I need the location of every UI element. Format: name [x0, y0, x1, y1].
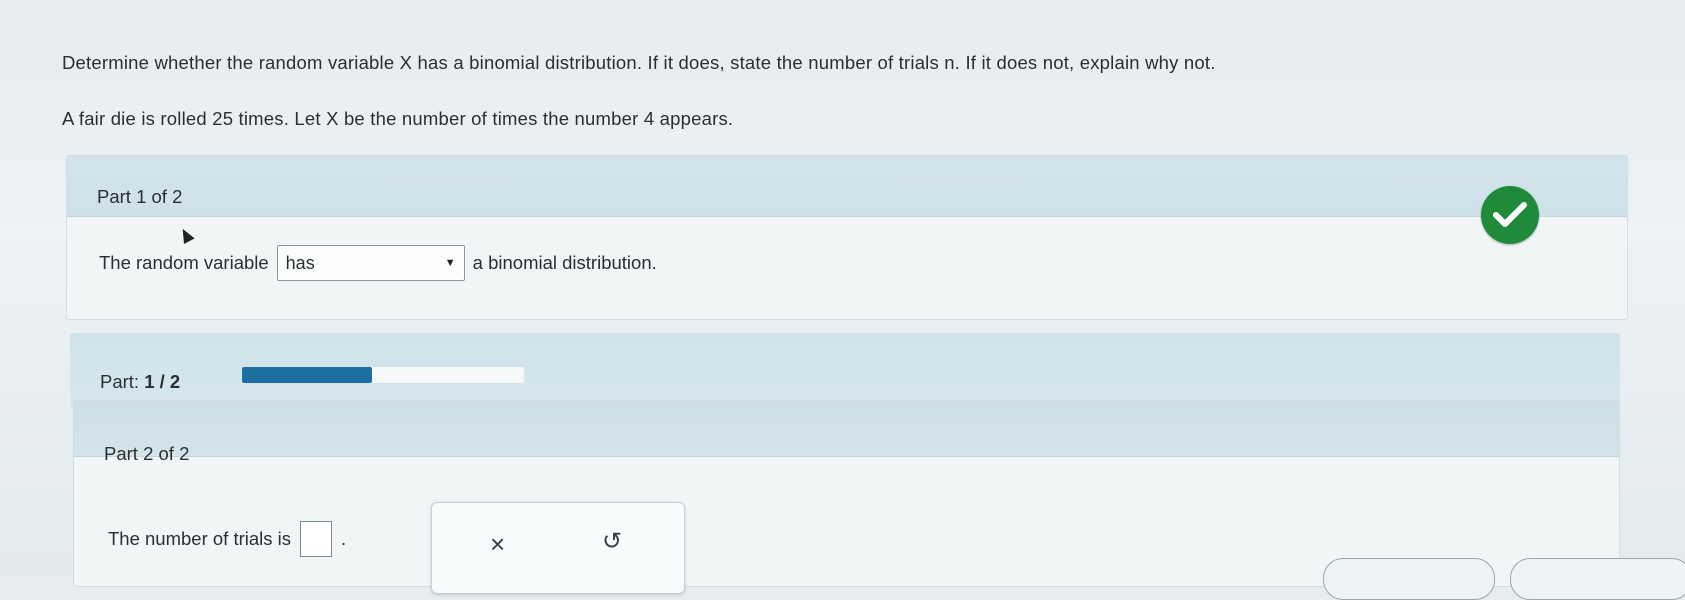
- part-1-header: Part 1 of 2: [67, 156, 1627, 217]
- trials-period: .: [341, 528, 347, 549]
- part-2-header: Part 2 of 2: [74, 401, 1619, 464]
- trials-prompt: The number of trials is: [108, 528, 292, 549]
- part-1-panel: Part 1 of 2 The random variable has ▼ a …: [66, 155, 1628, 320]
- progress-panel: Part: 1 / 2: [70, 333, 1620, 409]
- bottom-button-left[interactable]: [1323, 558, 1495, 600]
- question-prompt: Determine whether the random variable X …: [62, 52, 1216, 73]
- distribution-dropdown[interactable]: has ▼: [276, 245, 465, 281]
- bottom-button-right[interactable]: [1510, 558, 1685, 600]
- undo-icon[interactable]: ↺: [602, 527, 622, 556]
- clear-icon[interactable]: ×: [490, 529, 505, 560]
- progress-fill: [242, 367, 372, 383]
- trials-input[interactable]: [300, 521, 333, 557]
- progress-value: 1 / 2: [144, 371, 181, 392]
- part-1-title: Part 1 of 2: [97, 186, 183, 207]
- dropdown-value: has: [285, 252, 315, 273]
- chevron-down-icon: ▼: [444, 257, 456, 269]
- progress-label: Part: 1 / 2: [100, 371, 180, 393]
- part-1-sentence: The random variable has ▼ a binomial dis…: [99, 245, 657, 281]
- correct-check-icon: [1481, 186, 1539, 244]
- question-scenario: A fair die is rolled 25 times. Let X be …: [62, 108, 734, 129]
- answer-tools: × ↺: [431, 502, 685, 594]
- progress-track: [242, 367, 524, 383]
- sentence-start: The random variable: [99, 252, 269, 273]
- part-2-sentence: The number of trials is .: [108, 521, 346, 557]
- progress-prefix: Part:: [100, 371, 140, 392]
- sentence-end: a binomial distribution.: [472, 252, 657, 273]
- part-2-title: Part 2 of 2: [104, 443, 190, 464]
